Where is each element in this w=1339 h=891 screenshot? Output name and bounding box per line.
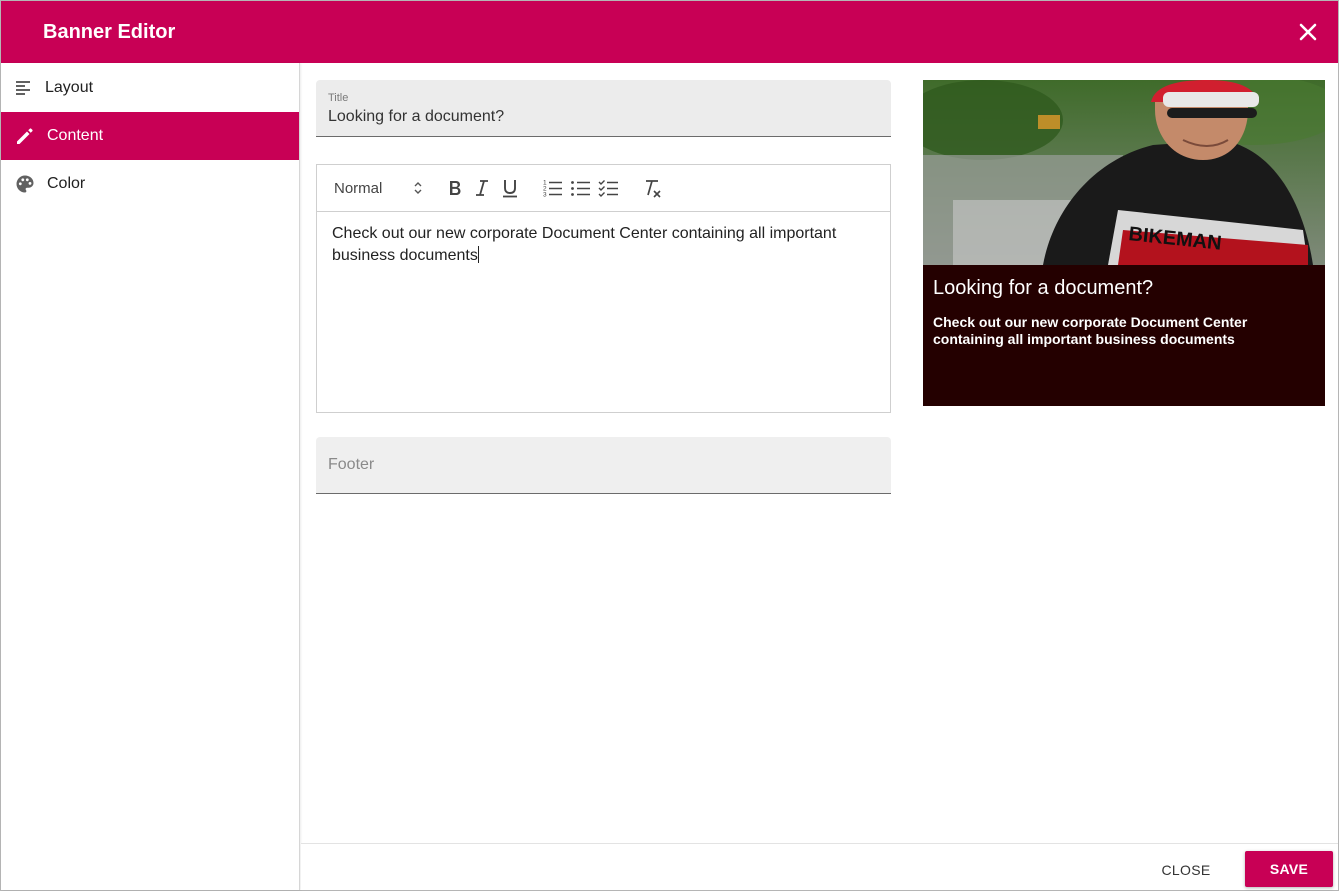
- dialog-title: Banner Editor: [43, 21, 176, 43]
- save-button[interactable]: SAVE: [1245, 851, 1333, 887]
- sidebar-item-label: Layout: [45, 79, 94, 96]
- svg-text:3: 3: [543, 192, 547, 199]
- format-select-value: Normal: [334, 179, 383, 197]
- palette-icon: [16, 175, 34, 193]
- title-field-label: Title: [328, 92, 349, 104]
- sidebar-item-content[interactable]: Content: [1, 112, 299, 160]
- title-field[interactable]: Title Looking for a document?: [316, 80, 891, 137]
- pencil-icon: [17, 128, 33, 144]
- ordered-list-icon[interactable]: 1 2 3: [542, 176, 564, 200]
- banner-preview: BIKEMAN Looking for a document? Check ou…: [923, 80, 1325, 406]
- dialog-header: Banner Editor: [1, 1, 1338, 63]
- sidebar: Layout Content Color: [1, 63, 300, 890]
- preview-title: Looking for a document?: [933, 277, 1154, 299]
- title-field-value[interactable]: Looking for a document?: [328, 108, 504, 126]
- dialog-footer: CLOSE SAVE: [301, 843, 1338, 890]
- close-icon[interactable]: [1296, 20, 1320, 44]
- editor-toolbar: Normal 1 2 3: [317, 165, 890, 212]
- bold-icon[interactable]: [444, 176, 466, 200]
- footer-field[interactable]: Footer: [316, 437, 891, 494]
- close-button[interactable]: CLOSE: [1149, 852, 1223, 888]
- sidebar-item-layout[interactable]: Layout: [1, 64, 299, 112]
- banner-editor-dialog: Banner Editor Layout Content Color Title…: [0, 0, 1339, 891]
- sidebar-item-color[interactable]: Color: [1, 160, 299, 208]
- italic-icon[interactable]: [472, 176, 492, 200]
- sidebar-item-label: Content: [47, 127, 104, 144]
- sidebar-item-label: Color: [47, 175, 86, 192]
- rich-text-editor: Normal 1 2 3 Check out our new corporate…: [316, 164, 891, 413]
- underline-icon[interactable]: [499, 176, 521, 200]
- footer-field-placeholder: Footer: [328, 456, 375, 473]
- preview-text: Check out our new corporate Document Cen…: [933, 314, 1248, 347]
- checklist-icon[interactable]: [598, 176, 620, 200]
- select-arrows-icon: [414, 182, 422, 194]
- align-left-icon: [16, 81, 30, 95]
- text-cursor: [477, 246, 479, 263]
- format-select[interactable]: Normal: [334, 176, 424, 200]
- editor-content-text: Check out our new corporate Document Cen…: [332, 225, 837, 264]
- clear-format-icon[interactable]: [641, 176, 663, 200]
- preview-photo-cyclist: BIKEMAN: [923, 80, 1325, 265]
- editor-content[interactable]: Check out our new corporate Document Cen…: [332, 223, 872, 267]
- bullet-list-icon[interactable]: [570, 176, 592, 200]
